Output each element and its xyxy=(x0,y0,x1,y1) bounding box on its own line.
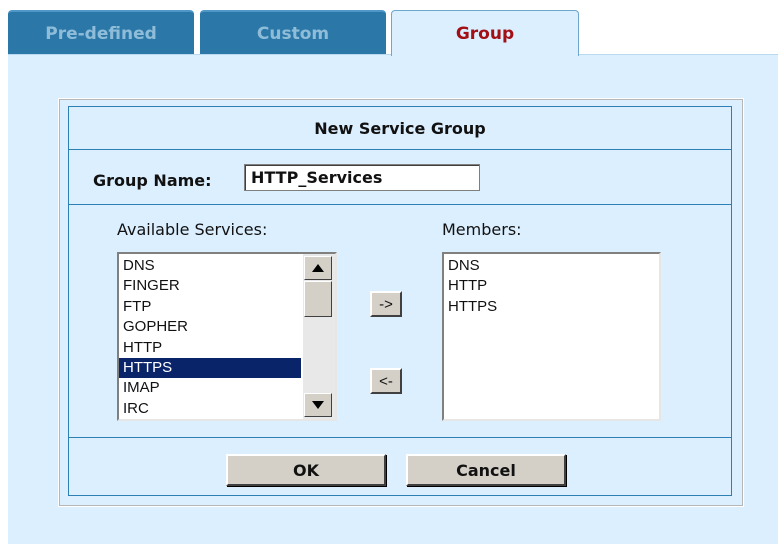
member-item[interactable]: HTTP xyxy=(444,276,497,296)
available-service-item[interactable]: IRC xyxy=(119,399,301,419)
new-service-group-dialog: New Service Group Group Name: Available … xyxy=(58,98,744,507)
available-service-item[interactable]: FINGER xyxy=(119,276,301,296)
available-service-item[interactable]: GOPHER xyxy=(119,317,301,337)
tab-custom[interactable]: Custom xyxy=(200,10,386,55)
divider xyxy=(69,437,731,438)
available-services-list[interactable]: DNS FINGER FTP GOPHER HTTP HTTPS IMAP IRC xyxy=(117,252,337,421)
member-item[interactable]: HTTPS xyxy=(444,297,497,317)
available-services-label: Available Services: xyxy=(117,220,268,239)
dialog-title: New Service Group xyxy=(314,118,486,138)
add-to-members-button[interactable]: -> xyxy=(370,291,402,317)
available-services-scrollbar[interactable] xyxy=(303,254,335,419)
ok-button[interactable]: OK xyxy=(226,454,386,486)
available-service-item[interactable]: IMAP xyxy=(119,378,301,398)
members-items: DNS HTTP HTTPS xyxy=(444,256,497,317)
available-service-item[interactable]: DNS xyxy=(119,256,301,276)
tab-pre-defined[interactable]: Pre-defined xyxy=(8,10,194,55)
cancel-button[interactable]: Cancel xyxy=(406,454,566,486)
scroll-down-button[interactable] xyxy=(304,393,332,417)
dialog-frame: New Service Group Group Name: Available … xyxy=(68,106,732,496)
tab-group[interactable]: Group xyxy=(391,10,579,56)
member-item[interactable]: DNS xyxy=(444,256,497,276)
scroll-up-button[interactable] xyxy=(304,256,332,280)
available-service-item[interactable]: FTP xyxy=(119,297,301,317)
available-service-item[interactable]: HTTP xyxy=(119,338,301,358)
triangle-down-icon xyxy=(312,401,324,409)
members-label: Members: xyxy=(442,220,522,239)
scrollbar-thumb[interactable] xyxy=(304,281,332,317)
remove-from-members-button[interactable]: <- xyxy=(370,368,402,394)
divider xyxy=(69,149,731,150)
triangle-up-icon xyxy=(312,264,324,272)
group-name-label: Group Name: xyxy=(93,171,212,190)
group-name-input[interactable] xyxy=(244,164,480,191)
available-service-item[interactable]: HTTPS xyxy=(119,357,301,379)
divider xyxy=(69,204,731,205)
members-list[interactable]: DNS HTTP HTTPS xyxy=(442,252,661,421)
available-services-items: DNS FINGER FTP GOPHER HTTP HTTPS IMAP IRC xyxy=(119,256,301,419)
